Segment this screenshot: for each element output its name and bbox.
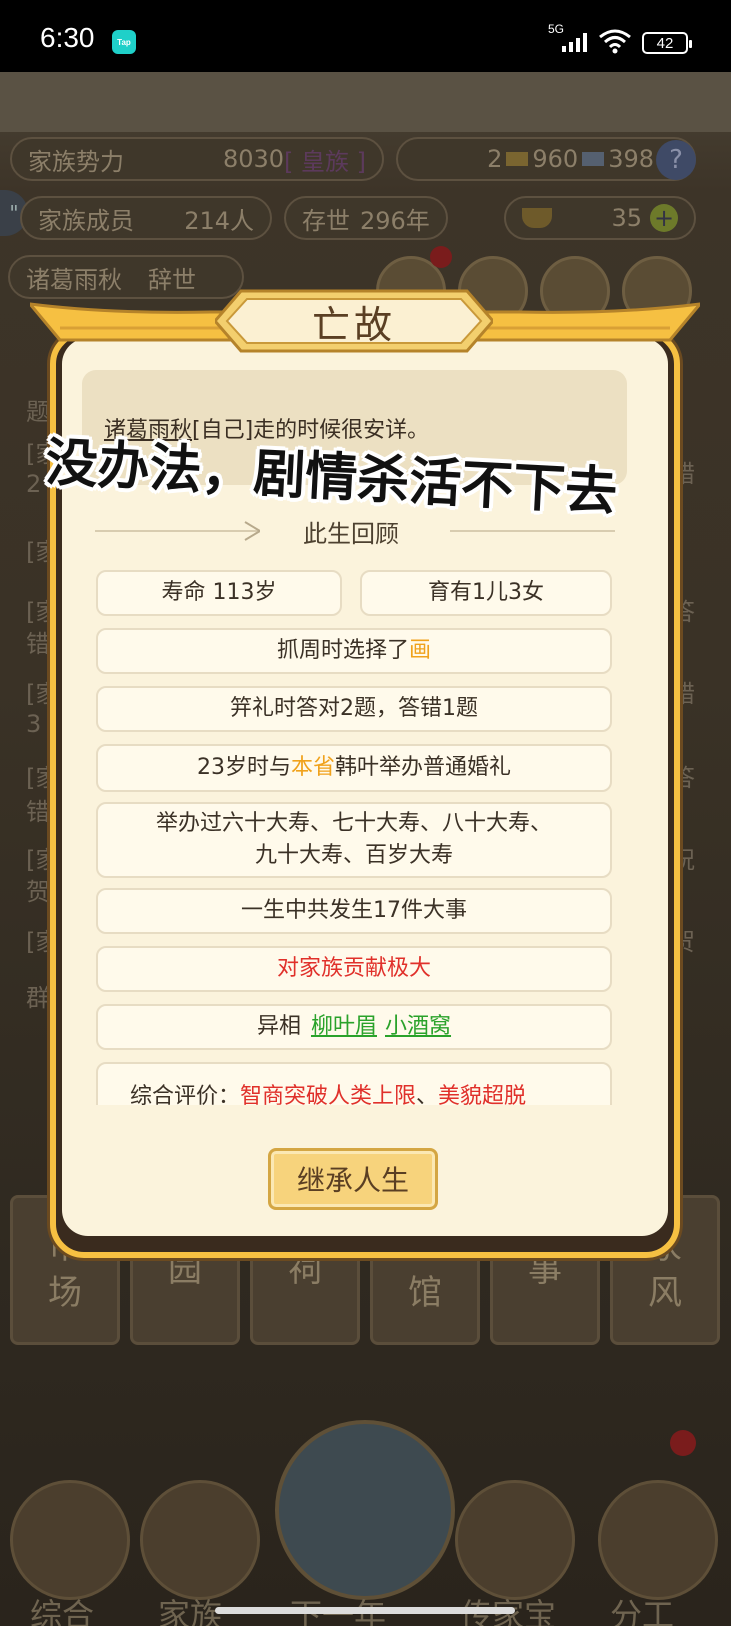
gold-bar-icon — [506, 152, 529, 166]
years-label: 存世 — [302, 206, 350, 235]
nav-label: 分工 — [610, 1596, 675, 1626]
notification-dot-icon — [670, 1430, 696, 1456]
signal-icon — [562, 32, 590, 52]
marriage-prefix: 23岁时与 — [196, 755, 291, 780]
help-icon[interactable]: ? — [656, 140, 696, 180]
log-item: 3 — [26, 710, 42, 738]
log-item: 群 — [26, 984, 50, 1012]
marriage-row: 23岁时与 本省 韩叶举办普通婚礼 — [96, 744, 612, 792]
nav-division-icon[interactable] — [598, 1480, 718, 1600]
contribution-row: 对家族贡献极大 — [96, 946, 612, 992]
background-bottom-nav: 综合 家族 下一年 传家宝 分工 — [0, 1420, 731, 1626]
nav-general-icon[interactable] — [10, 1480, 130, 1600]
nav-next-year-icon[interactable] — [275, 1420, 455, 1600]
jili-row: 笄礼时答对2题，答错1题 — [96, 686, 612, 732]
person-name: 诸葛雨秋 — [26, 265, 122, 294]
trait-link[interactable]: 柳叶眉 — [311, 1011, 377, 1043]
contribution-text: 对家族贡献极大 — [276, 956, 431, 981]
log-item: 贺 — [26, 878, 50, 906]
notification-dot-icon — [430, 246, 452, 268]
gold-value: 35 — [611, 204, 642, 232]
top-strip — [0, 72, 731, 132]
family-power-value: 8030 — [222, 145, 285, 173]
marriage-place: 本省 — [290, 755, 335, 780]
lifespan-row: 寿命 113岁 — [96, 570, 342, 616]
log-item: 错 — [26, 798, 50, 826]
zhuazhou-row: 抓周时选择了画 — [96, 628, 612, 674]
tab-char: 馆 — [408, 1273, 442, 1313]
nav-label: 综合 — [30, 1596, 95, 1626]
birthdays-row: 举办过六十大寿、七十大寿、八十大寿、 九十大寿、百岁大寿 — [96, 802, 612, 878]
evaluation-separator: 、 — [416, 1084, 439, 1105]
events-row: 一生中共发生17件大事 — [96, 888, 612, 934]
inherit-life-button[interactable]: 继承人生 — [268, 1148, 438, 1210]
family-rank: [ 皇族 ] — [284, 147, 366, 176]
gold-ingot-box: 35 + — [504, 196, 696, 240]
jili-text: 笄礼时答对2题，答错1题 — [230, 696, 478, 721]
status-bar: 6:30 Tap 5G 42 — [0, 0, 731, 72]
evaluation-row: 综合评价：智商突破人类上限、美貌超脱 — [96, 1062, 612, 1105]
battery-icon: 42 — [642, 32, 692, 54]
wifi-icon — [599, 29, 631, 54]
nav-family-icon[interactable] — [140, 1480, 260, 1600]
marriage-suffix: 韩叶举办普通婚礼 — [335, 755, 512, 780]
home-indicator[interactable] — [215, 1607, 515, 1614]
currency-c: 398 — [608, 145, 654, 173]
members-label: 家族成员 — [38, 206, 134, 235]
clock: 6:30 — [40, 22, 95, 53]
currency-a: 2 — [487, 145, 503, 173]
years-box: 存世 296年 — [284, 196, 448, 240]
evaluation-item: 美貌超脱 — [438, 1084, 527, 1105]
log-item: 题 — [26, 398, 50, 426]
family-power-label: 家族势力 — [28, 147, 124, 176]
members-box: 家族成员 214人 — [20, 196, 272, 240]
traits-label: 异相 — [256, 1014, 301, 1039]
tab-char: 风 — [648, 1273, 682, 1313]
currency-b: 960 — [532, 145, 579, 173]
evaluation-item: 智商突破人类上限 — [240, 1084, 417, 1105]
members-value: 214人 — [184, 206, 254, 235]
taptap-app-icon: Tap — [112, 30, 136, 54]
dialog-title: 亡故 — [311, 302, 396, 347]
zhuazhou-choice: 画 — [409, 638, 432, 663]
tab-char: 场 — [48, 1273, 82, 1313]
nav-heirloom-icon[interactable] — [455, 1480, 575, 1600]
zhuazhou-text: 抓周时选择了 — [276, 638, 409, 663]
trait-link[interactable]: 小酒窝 — [385, 1011, 451, 1043]
scroll-clip[interactable]: 综合评价：智商突破人类上限、美貌超脱 — [96, 1062, 612, 1105]
family-power-box: 家族势力 8030 [ 皇族 ] — [10, 137, 384, 181]
evaluation-label: 综合评价： — [130, 1084, 241, 1105]
events-text: 一生中共发生17件大事 — [241, 898, 467, 923]
log-item: 2 — [26, 470, 42, 498]
birthdays-line: 九十大寿、百岁大寿 — [254, 843, 453, 868]
currency-box: 2 960 398 — [396, 137, 696, 181]
lifespan-text: 寿命 113岁 — [161, 580, 277, 605]
silver-bar-icon — [582, 152, 605, 166]
years-value: 296年 — [360, 206, 430, 235]
gold-ingot-icon — [522, 208, 552, 228]
traits-row: 异相 柳叶眉 小酒窝 — [96, 1004, 612, 1050]
add-gold-icon[interactable]: + — [650, 204, 678, 232]
log-item: 错 — [26, 630, 50, 658]
person-status: 辞世 — [148, 265, 196, 294]
birthdays-line: 举办过六十大寿、七十大寿、八十大寿、 — [155, 811, 552, 836]
nav-label: 家族 — [158, 1596, 223, 1626]
